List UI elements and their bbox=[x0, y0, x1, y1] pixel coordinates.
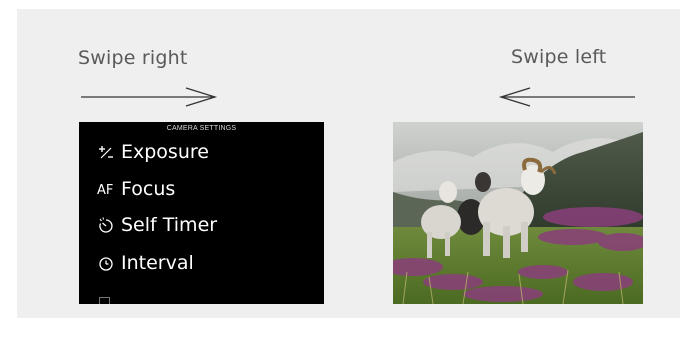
menu-label-focus: Focus bbox=[121, 178, 176, 200]
right-arrow-icon bbox=[81, 87, 218, 107]
swipe-left-caption: Swipe left bbox=[511, 46, 607, 68]
menu-label-self-timer: Self Timer bbox=[121, 214, 218, 236]
swipe-right-caption: Swipe right bbox=[78, 47, 188, 69]
exposure-compensation-icon bbox=[97, 141, 119, 163]
menu-label-exposure: Exposure bbox=[121, 141, 209, 163]
self-timer-icon bbox=[97, 214, 119, 236]
screen-title: CAMERA SETTINGS bbox=[166, 125, 237, 132]
camera-settings-screen[interactable]: CAMERA SETTINGS Exposure AF Focus Self T… bbox=[79, 122, 324, 304]
af-icon: AF bbox=[97, 183, 114, 198]
menu-label-interval: Interval bbox=[121, 252, 194, 274]
sheep-photo bbox=[393, 122, 643, 304]
clock-icon bbox=[97, 252, 119, 274]
menu-item-self-timer[interactable]: Self Timer bbox=[97, 213, 217, 237]
menu-item-exposure[interactable]: Exposure bbox=[97, 140, 209, 164]
menu-item-interval[interactable]: Interval bbox=[97, 251, 194, 275]
partial-menu-icon bbox=[99, 297, 110, 304]
left-arrow-icon bbox=[498, 87, 635, 107]
menu-item-focus[interactable]: AF Focus bbox=[97, 177, 175, 201]
